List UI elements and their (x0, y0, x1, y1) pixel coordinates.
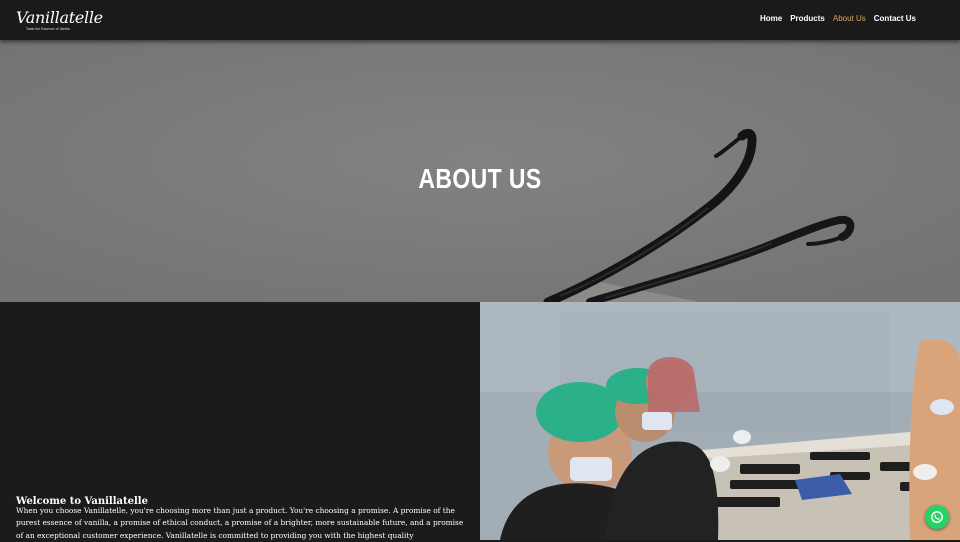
brand-name: Vanillatelle (16, 8, 103, 27)
hero-banner: ABOUT US (0, 40, 960, 302)
workers-photo (480, 302, 960, 540)
brand-tagline: Taste the Essence of Vanilla (26, 27, 70, 31)
about-paragraph: When you choose Vanillatelle, you're cho… (16, 506, 464, 540)
page-title: ABOUT US (418, 162, 542, 194)
about-section: Welcome to Vanillatelle When you choose … (0, 302, 480, 540)
nav-item-products[interactable]: Products (790, 14, 825, 23)
nav-item-home[interactable]: Home (760, 14, 782, 23)
brand-logo[interactable]: Vanillatelle Taste the Essence of Vanill… (14, 8, 103, 34)
whatsapp-button[interactable] (925, 505, 949, 529)
whatsapp-icon (931, 511, 943, 523)
main-nav: Home Products About Us Contact Us (760, 14, 916, 23)
navbar: Vanillatelle Taste the Essence of Vanill… (0, 0, 960, 40)
nav-item-about-us[interactable]: About Us (833, 14, 866, 23)
nav-item-contact-us[interactable]: Contact Us (874, 14, 916, 23)
